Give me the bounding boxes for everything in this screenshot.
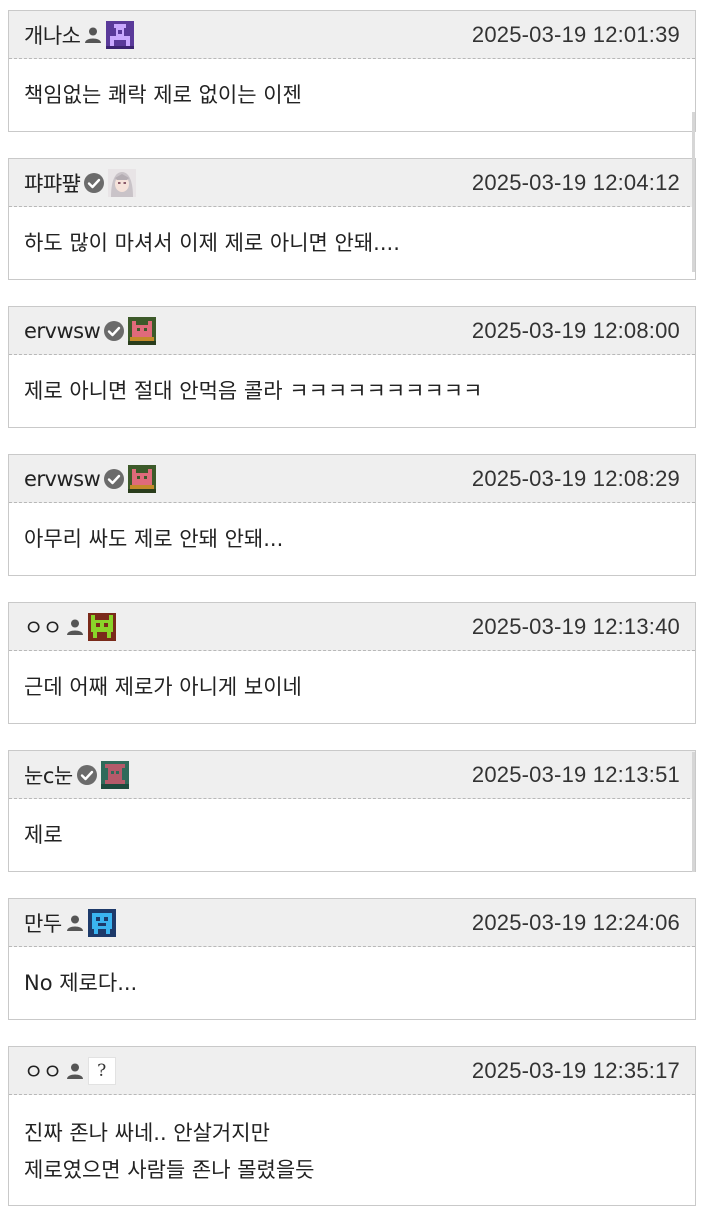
comment-body: 제로 [9,799,695,871]
comment-timestamp: 2025-03-19 12:13:40 [471,613,680,639]
comment-timestamp: 2025-03-19 12:08:00 [471,317,680,343]
comment-body: 책임없는 쾌락 제로 없이는 이젠 [9,59,695,131]
comment-nickname[interactable]: 개나소 [24,20,81,50]
comment-text: No 제로다... [24,971,138,995]
comment-header: 만두 2025-03-19 12:24:06 [9,899,695,947]
comment-timestamp: 2025-03-19 12:13:51 [471,761,680,787]
verified-check-icon [76,764,98,786]
verified-check-icon [103,468,125,490]
person-icon [65,913,85,933]
question-mark-avatar-icon[interactable]: ? [87,1056,116,1085]
comment-body: 하도 많이 마셔서 이제 제로 아니면 안돼.... [9,207,695,279]
comment-text: 제로 아니면 절대 안먹음 콜라 ㅋㅋㅋㅋㅋㅋㅋㅋㅋㅋ [24,379,483,403]
comment-text: 아무리 싸도 제로 안돼 안돼... [24,527,284,551]
comment: ㅇㅇ 2025-03-19 12:13:40 근데 어째 제로가 아니게 보이네 [8,602,696,724]
comment-nickname[interactable]: ㅇㅇ [24,1056,62,1086]
comment-text: 제로 [24,823,63,847]
comment: ㅇㅇ ? 2025-03-19 12:35:17 진짜 존나 싸네.. 안살거지… [8,1046,696,1206]
comment-header: 눈c눈 2025-03-19 12:13:51 [9,751,695,799]
comment-body: No 제로다... [9,947,695,1019]
comment-header: 개나소 2025-03-19 12:01:39 [9,11,695,59]
comment-nickname[interactable]: ervwsw [24,319,101,343]
comment: 만두 2025-03-19 12:24:06 No 제로다... [8,898,696,1020]
comment-header: 퍄퍄퍞 2025-03-19 12:04:12 [9,159,695,207]
comment-timestamp: 2025-03-19 12:04:12 [471,169,680,195]
comment: ervwsw 2025-03-19 12:08:29 아무리 싸도 제로 안돼 … [8,454,696,576]
comment-body: 제로 아니면 절대 안먹음 콜라 ㅋㅋㅋㅋㅋㅋㅋㅋㅋㅋ [9,355,695,427]
comment-nickname[interactable]: 만두 [24,908,62,938]
person-icon [83,25,103,45]
comment-body: 근데 어째 제로가 아니게 보이네 [9,651,695,723]
comment: ervwsw 2025-03-19 12:08:00 제로 아니면 절대 안먹음… [8,306,696,428]
comment-header: ervwsw 2025-03-19 12:08:00 [9,307,695,355]
comment-timestamp: 2025-03-19 12:24:06 [471,909,680,935]
pixel-avatar-purple-icon[interactable] [106,20,135,49]
scroll-indicator [692,752,695,872]
person-icon [65,617,85,637]
comment-text: 근데 어째 제로가 아니게 보이네 [24,675,302,699]
comment: 눈c눈 2025-03-19 12:13:51 제로 [8,750,696,872]
comment-list: 개나소 2025-03-19 12:01:39 책임없는 쾌락 제로 없이는 이… [8,10,696,1232]
comment-nickname[interactable]: ㅇㅇ [24,612,62,642]
comment-text: 진짜 존나 싸네.. 안살거지만 [24,1121,270,1145]
comment-timestamp: 2025-03-19 12:08:29 [471,465,680,491]
verified-check-icon [103,320,125,342]
anime-avatar-icon[interactable] [108,168,137,197]
comment-header: ㅇㅇ ? 2025-03-19 12:35:17 [9,1047,695,1095]
comment-header: ervwsw 2025-03-19 12:08:29 [9,455,695,503]
comment-body: 진짜 존나 싸네.. 안살거지만 제로였으면 사람들 존나 몰렸을듯 [9,1095,695,1205]
comment-text: 하도 많이 마셔서 이제 제로 아니면 안돼.... [24,231,400,255]
comment-nickname[interactable]: 눈c눈 [24,760,73,790]
pixel-avatar-green-icon[interactable] [87,612,116,641]
pixel-avatar-blue-icon[interactable] [87,908,116,937]
comment-timestamp: 2025-03-19 12:01:39 [471,21,680,47]
comment: 개나소 2025-03-19 12:01:39 책임없는 쾌락 제로 없이는 이… [8,10,696,132]
comment-nickname[interactable]: ervwsw [24,467,101,491]
pixel-avatar-pink-icon[interactable] [128,464,157,493]
comment-text: 제로였으면 사람들 존나 몰렸을듯 [24,1158,315,1182]
question-mark-text: ? [97,1060,107,1081]
comment-text: 책임없는 쾌락 제로 없이는 이젠 [24,83,302,107]
scroll-indicator [692,112,695,272]
comment-timestamp: 2025-03-19 12:35:17 [471,1057,680,1083]
person-icon [65,1061,85,1081]
comment-nickname[interactable]: 퍄퍄퍞 [24,168,81,198]
verified-check-icon [83,172,105,194]
pixel-avatar-pink-icon[interactable] [128,316,157,345]
comment: 퍄퍄퍞 2025-03-19 12:04:12 하도 많이 마셔서 이제 제로 … [8,158,696,280]
comment-header: ㅇㅇ 2025-03-19 12:13:40 [9,603,695,651]
comment-body: 아무리 싸도 제로 안돼 안돼... [9,503,695,575]
pixel-avatar-teal-icon[interactable] [100,760,129,789]
